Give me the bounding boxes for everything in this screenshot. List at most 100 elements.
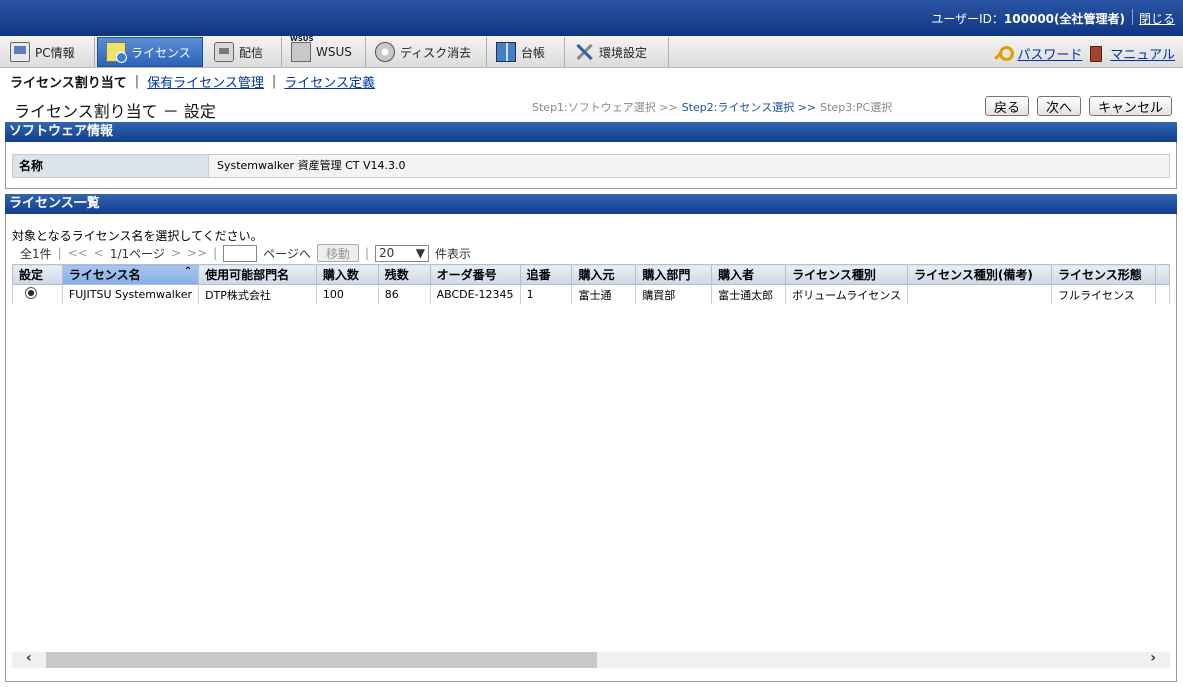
- step-3: Step3:PC選択: [820, 101, 893, 114]
- prev-page-button[interactable]: <: [94, 246, 104, 260]
- page-number-input[interactable]: [223, 244, 258, 262]
- col-header-purchase-dept[interactable]: 購入部門: [635, 264, 713, 285]
- col-header-license-form[interactable]: ライセンス形態: [1050, 264, 1156, 285]
- next-button[interactable]: 次へ: [1036, 96, 1081, 116]
- divider: |: [134, 74, 140, 89]
- utility-links: パスワード マニュアル: [993, 44, 1175, 63]
- next-page-button[interactable]: >: [171, 246, 181, 260]
- per-page-suffix: 件表示: [434, 246, 471, 261]
- col-header-sequence[interactable]: 追番: [519, 264, 573, 285]
- software-info-header: ソフトウェア情報: [5, 122, 1177, 142]
- scroll-right-icon[interactable]: ›: [1150, 650, 1156, 666]
- step-2: Step2:ライセンス選択 >>: [681, 101, 817, 114]
- sub-navigation: ライセンス割り当て | 保有ライセンス管理 | ライセンス定義: [10, 72, 375, 91]
- back-button[interactable]: 戻る: [984, 96, 1029, 116]
- top-bar: ユーザーID：100000(全社管理者) 閉じる: [0, 0, 1183, 36]
- user-info: ユーザーID：100000(全社管理者): [931, 12, 1125, 26]
- tab-distribution[interactable]: 配信: [206, 37, 282, 67]
- cancel-button[interactable]: キャンセル: [1088, 96, 1172, 116]
- col-header-remaining[interactable]: 残数: [377, 264, 431, 285]
- password-link[interactable]: パスワード: [1017, 44, 1082, 63]
- cell-purchase-dept: 購買部: [635, 284, 713, 304]
- software-name-row: 名称 Systemwalker 資産管理 CT V14.3.0: [12, 154, 1170, 178]
- tab-disk-erase[interactable]: ディスク消去: [367, 37, 487, 67]
- cell-license-type: ボリュームライセンス: [785, 284, 909, 304]
- subnav-current: ライセンス割り当て: [10, 76, 127, 91]
- table-header-row: 設定 ライセンス名 ⌃ 使用可能部門名 購入数 残数 オーダ番号 追番 購入元 購…: [12, 264, 1170, 285]
- table-row[interactable]: FUJITSU Systemwalker DTP株式会社 100 86 ABCD…: [12, 284, 1170, 304]
- last-page-button[interactable]: >>: [187, 246, 207, 260]
- step-indicator: Step1:ソフトウェア選択 >> Step2:ライセンス選択 >> Step3…: [532, 99, 892, 115]
- cell-overflow: [1154, 284, 1170, 304]
- col-header-overflow: [1154, 264, 1170, 285]
- cell-department: DTP株式会社: [198, 284, 317, 304]
- divider: |: [57, 246, 62, 260]
- tab-pc-info[interactable]: PC情報: [2, 37, 95, 67]
- subnav-owned-license-link[interactable]: 保有ライセンス管理: [147, 72, 264, 91]
- col-header-vendor[interactable]: 購入元: [571, 264, 637, 285]
- col-header-purchaser[interactable]: 購入者: [711, 264, 787, 285]
- software-name-label: 名称: [13, 155, 209, 177]
- scrollbar-thumb[interactable]: [46, 652, 597, 668]
- page-suffix: ページへ: [263, 246, 311, 261]
- tab-ledger[interactable]: 台帳: [488, 37, 565, 67]
- divider: |: [364, 246, 369, 260]
- col-header-department[interactable]: 使用可能部門名: [198, 264, 317, 285]
- col-header-license-type[interactable]: ライセンス種別: [785, 264, 909, 285]
- horizontal-scrollbar[interactable]: ‹ ›: [12, 650, 1170, 668]
- select-prompt: 対象となるライセンス名を選択してください。: [12, 229, 263, 243]
- col-header-label: ライセンス名: [68, 268, 141, 282]
- col-header-license-type-note[interactable]: ライセンス種別(備考): [907, 264, 1052, 285]
- col-header-setting: 設定: [12, 264, 63, 285]
- step-1: Step1:ソフトウェア選択 >>: [532, 101, 678, 114]
- cell-license-name: FUJITSU Systemwalker: [61, 284, 200, 304]
- action-buttons: 戻る 次へ キャンセル: [984, 96, 1172, 116]
- first-page-button[interactable]: <<: [68, 246, 88, 260]
- subnav-license-definition-link[interactable]: ライセンス定義: [284, 72, 375, 91]
- license-icon: [106, 42, 127, 63]
- page-info: 1/1ページ: [109, 246, 165, 261]
- tab-label: WSUS: [316, 45, 352, 59]
- distribution-icon: [214, 42, 234, 62]
- per-page-select[interactable]: 20 ▼: [374, 244, 429, 262]
- col-header-license-name[interactable]: ライセンス名 ⌃: [61, 264, 200, 285]
- ledger-icon: [496, 42, 516, 62]
- cell-sequence: 1: [519, 284, 573, 304]
- cell-order-number: ABCDE-12345: [429, 284, 521, 304]
- tab-wsus[interactable]: WSUS: [283, 35, 366, 67]
- software-name-value: Systemwalker 資産管理 CT V14.3.0: [209, 155, 1169, 177]
- close-link[interactable]: 閉じる: [1139, 10, 1175, 27]
- license-table: 設定 ライセンス名 ⌃ 使用可能部門名 購入数 残数 オーダ番号 追番 購入元 購…: [12, 264, 1170, 304]
- cell-purchaser: 富士通太郎: [711, 284, 787, 304]
- tab-label: ディスク消去: [400, 45, 472, 60]
- tab-label: PC情報: [35, 45, 75, 60]
- row-select-cell[interactable]: [12, 284, 63, 304]
- page-title: ライセンス割り当て － 設定: [14, 102, 216, 121]
- sort-ascending-icon: ⌃: [183, 266, 193, 277]
- cell-purchase-count: 100: [315, 284, 379, 304]
- tab-label: ライセンス: [131, 45, 191, 60]
- cell-license-type-note: [907, 284, 1052, 304]
- tab-license[interactable]: ライセンス: [97, 37, 203, 67]
- row-radio-selected[interactable]: [25, 287, 37, 299]
- tab-label: 配信: [239, 45, 264, 60]
- per-page-value: 20: [378, 246, 395, 260]
- chevron-down-icon: ▼: [415, 246, 425, 260]
- divider: |: [213, 246, 218, 260]
- divider: |: [271, 74, 277, 89]
- move-button[interactable]: 移動: [316, 244, 359, 262]
- col-header-purchase-count[interactable]: 購入数: [315, 264, 379, 285]
- disk-erase-icon: [375, 42, 395, 62]
- manual-link[interactable]: マニュアル: [1110, 44, 1175, 63]
- tab-label: 環境設定: [599, 45, 648, 60]
- total-count: 全1件: [20, 246, 52, 261]
- tab-label: 台帳: [521, 45, 546, 60]
- license-list-header: ライセンス一覧: [5, 194, 1177, 214]
- scroll-left-icon[interactable]: ‹: [26, 650, 32, 666]
- manual-book-icon: [1090, 45, 1103, 62]
- key-icon: [993, 45, 1015, 62]
- tab-settings[interactable]: 環境設定: [566, 37, 669, 67]
- pc-icon: [10, 42, 30, 62]
- col-header-order-number[interactable]: オーダ番号: [429, 264, 521, 285]
- divider: [1132, 9, 1133, 25]
